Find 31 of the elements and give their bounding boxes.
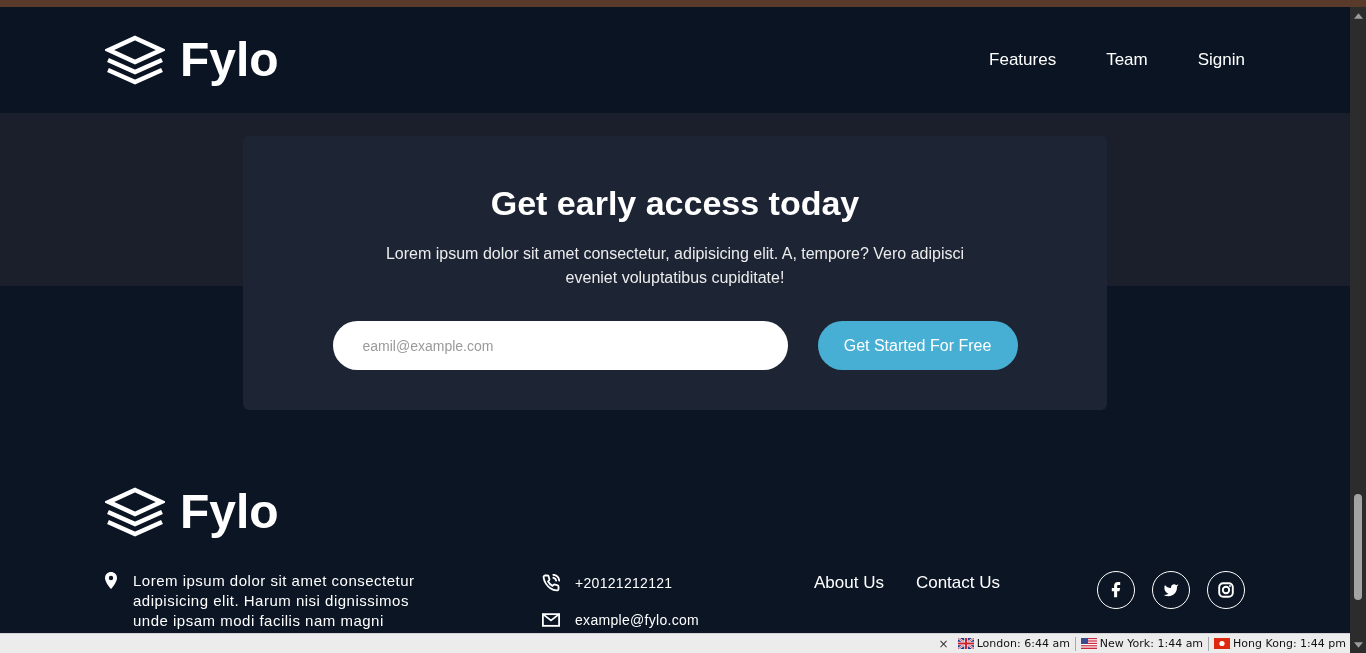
signup-title: Get early access today	[490, 183, 860, 224]
nav-link[interactable]: Features	[989, 49, 1057, 71]
scrollbar-thumb[interactable]	[1354, 494, 1362, 600]
phone-icon	[542, 574, 560, 592]
logo-text: Fylo	[180, 35, 279, 85]
us-flag-icon	[1080, 638, 1097, 649]
logo-text: Fylo	[180, 487, 279, 537]
scrollbar[interactable]	[1350, 7, 1366, 653]
camera-icon	[1218, 582, 1234, 598]
close-button[interactable]: ×	[935, 636, 952, 651]
scroll-down-icon[interactable]	[1353, 642, 1363, 648]
footer-link[interactable]: About Us	[814, 572, 884, 594]
address-text: Lorem ipsum dolor sit amet consectetur adipisicing elit. Harum nisi dignissimos unde ipsam modi facilis nam magni	[133, 571, 416, 631]
layers-logo-icon	[105, 487, 165, 537]
clock-label: London: 6:44 am	[976, 636, 1070, 651]
location-pin-icon	[105, 572, 117, 589]
uk-flag-icon	[957, 638, 974, 649]
envelope-icon	[542, 613, 560, 627]
nav-link[interactable]: Signin	[1197, 49, 1245, 71]
bird-icon	[1163, 582, 1179, 598]
signup-description: Lorem ipsum dolor sit amet consectetur, adipisicing elit. A, tempore? Vero adipisci eveniet voluptatibus cupiditate!	[384, 244, 966, 288]
clock-label: Hong Kong: 1:44 pm	[1233, 636, 1346, 651]
layers-logo-icon	[105, 35, 165, 85]
email-input-field[interactable]: eamil@example.com	[332, 321, 788, 370]
nav-link[interactable]: Team	[1106, 49, 1148, 71]
footer-link[interactable]: Contact Us	[915, 572, 1001, 594]
scroll-up-icon[interactable]	[1353, 13, 1363, 19]
phone-number: +20121212121	[575, 574, 673, 593]
hk-flag-icon	[1214, 638, 1231, 649]
clock-label: New York: 1:44 am	[1099, 636, 1204, 651]
email-address: example@fylo.com	[575, 611, 700, 630]
